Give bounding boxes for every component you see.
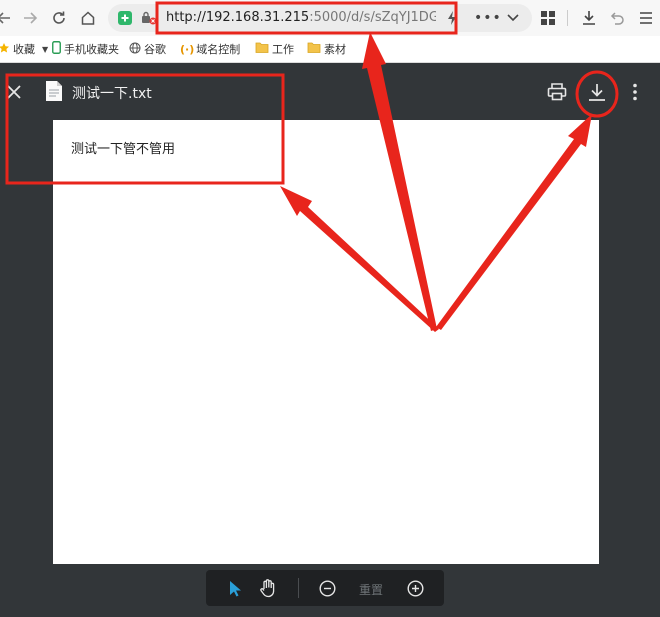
hand-tool-icon[interactable] bbox=[258, 578, 278, 601]
more-vert-icon[interactable] bbox=[632, 83, 638, 104]
secure-shield-icon bbox=[118, 11, 132, 25]
back-icon[interactable] bbox=[0, 8, 14, 28]
browser-toolbar: http://192.168.31.215:5000/d/s/sZqYJ1DGB… bbox=[0, 0, 660, 36]
lightning-icon[interactable] bbox=[446, 10, 458, 29]
bookmark-mobile-favorites[interactable]: 手机收藏夹 bbox=[52, 41, 119, 57]
url-host: http://192.168.31.215 bbox=[166, 10, 310, 25]
reload-icon[interactable] bbox=[49, 8, 69, 28]
bookmark-label: 手机收藏夹 bbox=[64, 43, 119, 56]
home-icon[interactable] bbox=[78, 8, 98, 28]
bookmark-favorites[interactable]: 收藏 ▼ bbox=[0, 41, 48, 57]
bookmark-label: 素材 bbox=[324, 43, 346, 56]
url-path: :5000/d/s/sZqYJ1DGBx bbox=[309, 10, 436, 25]
bookmark-label: 域名控制 bbox=[196, 43, 241, 56]
zoom-toolbar: 重置 bbox=[206, 570, 444, 606]
site-info-icon[interactable] bbox=[141, 11, 157, 28]
bookmarks-bar: 收藏 ▼ 手机收藏夹 谷歌 (·) 域名控制 工作 素材 bbox=[0, 36, 660, 63]
bookmark-label: 工作 bbox=[272, 43, 294, 56]
bookmark-domain-control[interactable]: (·) 域名控制 bbox=[180, 41, 246, 57]
brackets-icon: (·) bbox=[180, 42, 195, 56]
address-bar[interactable]: http://192.168.31.215:5000/d/s/sZqYJ1DGB… bbox=[108, 4, 532, 32]
chevron-down-icon[interactable] bbox=[506, 12, 520, 27]
bookmark-label: 谷歌 bbox=[144, 43, 166, 56]
undo-icon[interactable] bbox=[607, 8, 627, 28]
folder-icon bbox=[255, 42, 272, 56]
more-options-icon[interactable]: ••• bbox=[474, 10, 502, 26]
star-icon bbox=[0, 42, 13, 57]
document-page: 测试一下管不管用 bbox=[53, 120, 599, 564]
print-icon[interactable] bbox=[547, 83, 567, 104]
toolbar-divider bbox=[567, 10, 568, 26]
download-icon[interactable] bbox=[587, 82, 607, 105]
bookmark-work[interactable]: 工作 bbox=[255, 41, 294, 57]
apps-grid-icon[interactable] bbox=[538, 8, 558, 28]
phone-icon bbox=[52, 41, 64, 57]
zoom-in-icon[interactable] bbox=[407, 580, 424, 600]
document-content: 测试一下管不管用 bbox=[71, 142, 176, 157]
bookmark-materials[interactable]: 素材 bbox=[307, 41, 346, 57]
file-viewer: 测试一下.txt 测试一下管不管用 重置 bbox=[0, 63, 660, 617]
url-text[interactable]: http://192.168.31.215:5000/d/s/sZqYJ1DGB… bbox=[166, 10, 436, 28]
dropdown-caret-icon: ▼ bbox=[42, 44, 49, 54]
forward-icon[interactable] bbox=[20, 8, 40, 28]
browser-download-icon[interactable] bbox=[579, 8, 599, 28]
pointer-tool-icon[interactable] bbox=[228, 580, 242, 601]
bookmark-label: 收藏 bbox=[13, 43, 35, 56]
menu-icon[interactable] bbox=[636, 8, 656, 28]
close-icon[interactable] bbox=[6, 84, 22, 103]
file-title: 测试一下.txt bbox=[72, 86, 152, 102]
globe-icon bbox=[129, 42, 144, 57]
zoom-toolbar-divider bbox=[298, 578, 299, 598]
file-icon bbox=[45, 80, 63, 105]
folder-icon bbox=[307, 42, 324, 56]
zoom-out-icon[interactable] bbox=[319, 580, 336, 600]
bookmark-google[interactable]: 谷歌 bbox=[129, 41, 166, 57]
zoom-reset-button[interactable]: 重置 bbox=[359, 581, 383, 598]
